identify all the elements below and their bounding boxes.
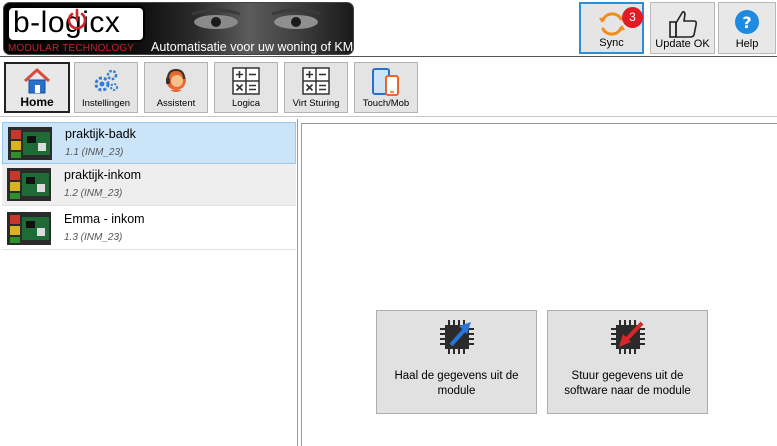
toolbar-touch-mob-label: Touch/Mob [362,98,410,109]
help-button[interactable]: ? Help [718,2,776,54]
module-name: Emma - inkom [64,212,145,226]
update-ok-button[interactable]: Update OK [650,2,715,54]
toolbar-home[interactable]: Home [4,62,70,113]
get-from-module-label: Haal de gegevens uit de module [394,370,519,397]
send-to-module-button[interactable]: Stuur gegevens uit de software naar de m… [547,310,708,414]
gears-icon [94,69,118,92]
get-from-module-button[interactable]: Haal de gegevens uit de module [376,310,537,414]
module-name: praktijk-inkom [64,168,142,182]
brand-logo: b-logicx MODULAR TECHNOLOGY Automatisati… [3,2,354,55]
svg-text:?: ? [742,13,751,32]
toolbar-logica-label: Logica [232,98,260,109]
module-item[interactable]: praktijk-badk 1.1 (INM_23) [2,122,296,164]
toolbar-touch-mob[interactable]: Touch/Mob [354,62,418,113]
chip-upload-icon [610,320,645,354]
update-ok-label: Update OK [655,38,710,50]
assistant-icon [166,68,186,92]
app-header: b-logicx MODULAR TECHNOLOGY Automatisati… [0,0,777,57]
devices-icon [372,68,399,96]
toolbar-logica[interactable]: Logica [214,62,278,113]
sync-button[interactable]: 3 Sync [579,2,644,54]
thumbs-up-icon [668,10,697,38]
module-name: praktijk-badk [65,127,136,141]
module-address: 1.1 (INM_23) [65,147,124,158]
main-toolbar: Home Instellingen Assistent Logica Virt … [0,57,777,117]
module-address: 1.2 (INM_23) [64,188,123,199]
module-board-icon [8,127,52,160]
toolbar-instellingen[interactable]: Instellingen [74,62,138,113]
calculator-icon [302,67,330,95]
power-icon [67,8,87,30]
toolbar-home-label: Home [20,95,54,109]
module-address: 1.3 (INM_23) [64,232,123,243]
sync-count-badge: 3 [622,7,643,28]
eyes-image [191,8,321,29]
main-panel: Haal de gegevens uit de module Stuur geg… [301,123,777,446]
toolbar-assistent-label: Assistent [156,98,196,109]
module-item[interactable]: Emma - inkom 1.3 (INM_23) [2,208,296,250]
question-icon: ? [735,10,759,34]
module-item[interactable]: praktijk-inkom 1.2 (INM_23) [2,164,296,206]
logo-tagline: Automatisatie voor uw woning of KMO [151,40,354,54]
chip-download-icon [439,320,474,354]
help-label: Help [735,38,759,50]
logo-subtitle: MODULAR TECHNOLOGY [8,43,135,54]
toolbar-virt-sturing[interactable]: Virt Sturing [284,62,348,113]
toolbar-assistent[interactable]: Assistent [144,62,208,113]
module-board-icon [7,212,51,245]
calculator-icon [232,67,260,95]
toolbar-instellingen-label: Instellingen [81,98,131,109]
home-icon [23,68,51,94]
toolbar-virt-sturing-label: Virt Sturing [292,98,340,109]
module-board-icon [7,168,51,201]
sync-label: Sync [599,37,624,49]
module-list: praktijk-badk 1.1 (INM_23) praktijk-inko… [0,119,298,446]
send-to-module-label: Stuur gegevens uit de software naar de m… [564,370,691,397]
